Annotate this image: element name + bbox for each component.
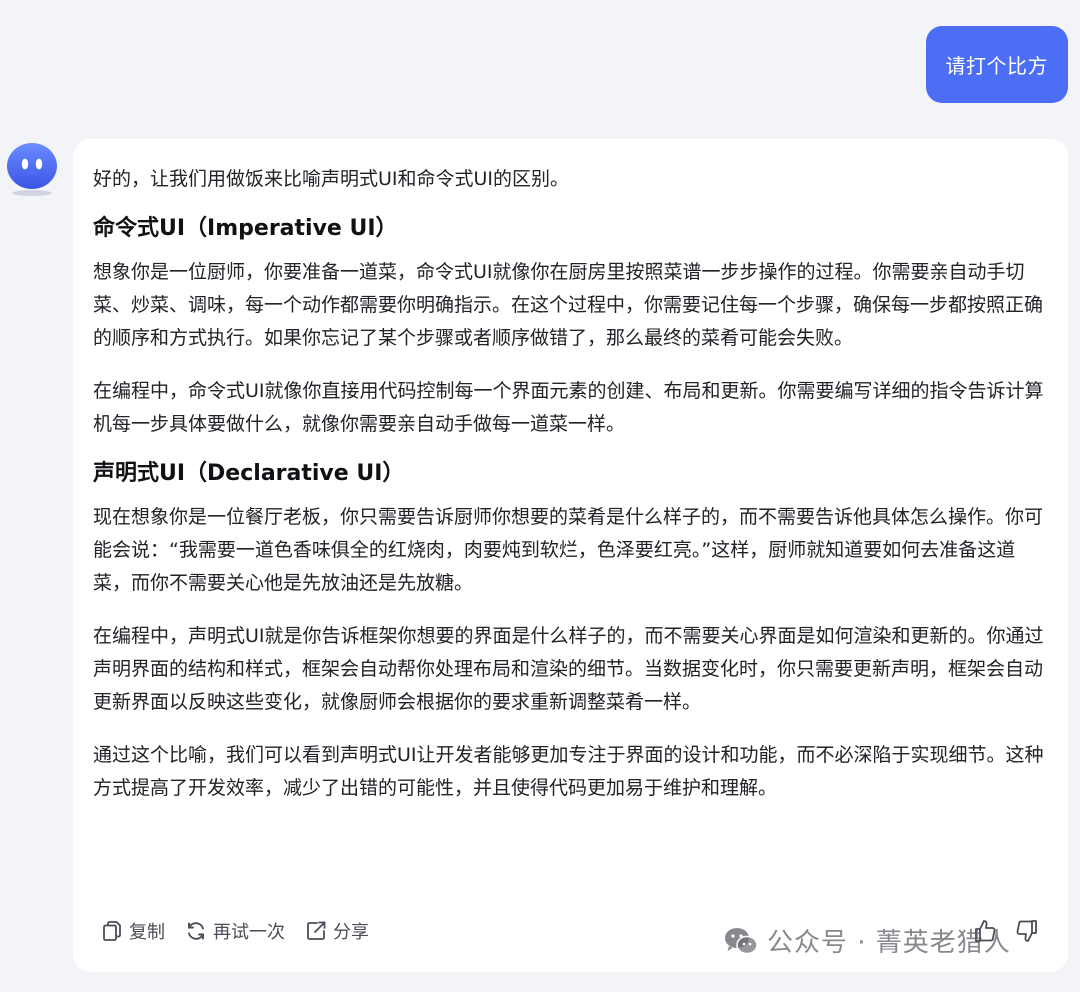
answer-card: 好的，让我们用做饭来比喻声明式UI和命令式UI的区别。 命令式UI（Impera… [73, 139, 1068, 972]
declarative-paragraph-1: 现在想象你是一位餐厅老板，你只需要告诉厨师你想要的菜肴是什么样子的，而不需要告诉… [93, 506, 1044, 594]
conclusion-paragraph: 通过这个比喻，我们可以看到声明式UI让开发者能够更加专注于界面的设计和功能，而不… [93, 744, 1044, 799]
answer-intro: 好的，让我们用做饭来比喻声明式UI和命令式UI的区别。 [93, 168, 570, 190]
copy-icon [103, 921, 121, 941]
user-message-bubble: 请打个比方 [925, 26, 1068, 103]
share-label: 分享 [333, 922, 369, 943]
declarative-heading: 声明式UI（Declarative UI） [93, 461, 405, 486]
watermark-text: 公众号 · 菁英老猎人 [767, 928, 1011, 958]
wechat-icon [725, 927, 758, 954]
retry-button[interactable]: 再试一次 [185, 918, 285, 944]
retry-icon [188, 922, 204, 940]
copy-label: 复制 [129, 922, 165, 943]
share-button[interactable]: 分享 [305, 918, 369, 944]
bot-avatar [7, 143, 57, 189]
watermark: 公众号 · 菁英老猎人 [723, 922, 1011, 959]
thumbs-down-icon[interactable] [1014, 918, 1040, 944]
imperative-heading: 命令式UI（Imperative UI） [93, 216, 398, 241]
imperative-paragraph-2: 在编程中，命令式UI就像你直接用代码控制每一个界面元素的创建、布局和更新。你需要… [93, 380, 1044, 435]
declarative-paragraph-2: 在编程中，声明式UI就是你告诉框架你想要的界面是什么样子的，而不需要关心界面是如… [93, 625, 1044, 713]
retry-label: 再试一次 [213, 922, 285, 943]
answer-actions: 复制 再试一次 分享 [101, 918, 369, 944]
share-icon [307, 921, 326, 940]
imperative-paragraph-1: 想象你是一位厨师，你要准备一道菜，命令式UI就像你在厨房里按照菜谱一步步操作的过… [93, 261, 1044, 349]
copy-button[interactable]: 复制 [101, 918, 165, 944]
avatar-shadow [12, 190, 52, 196]
user-message-text: 请打个比方 [945, 54, 1048, 78]
